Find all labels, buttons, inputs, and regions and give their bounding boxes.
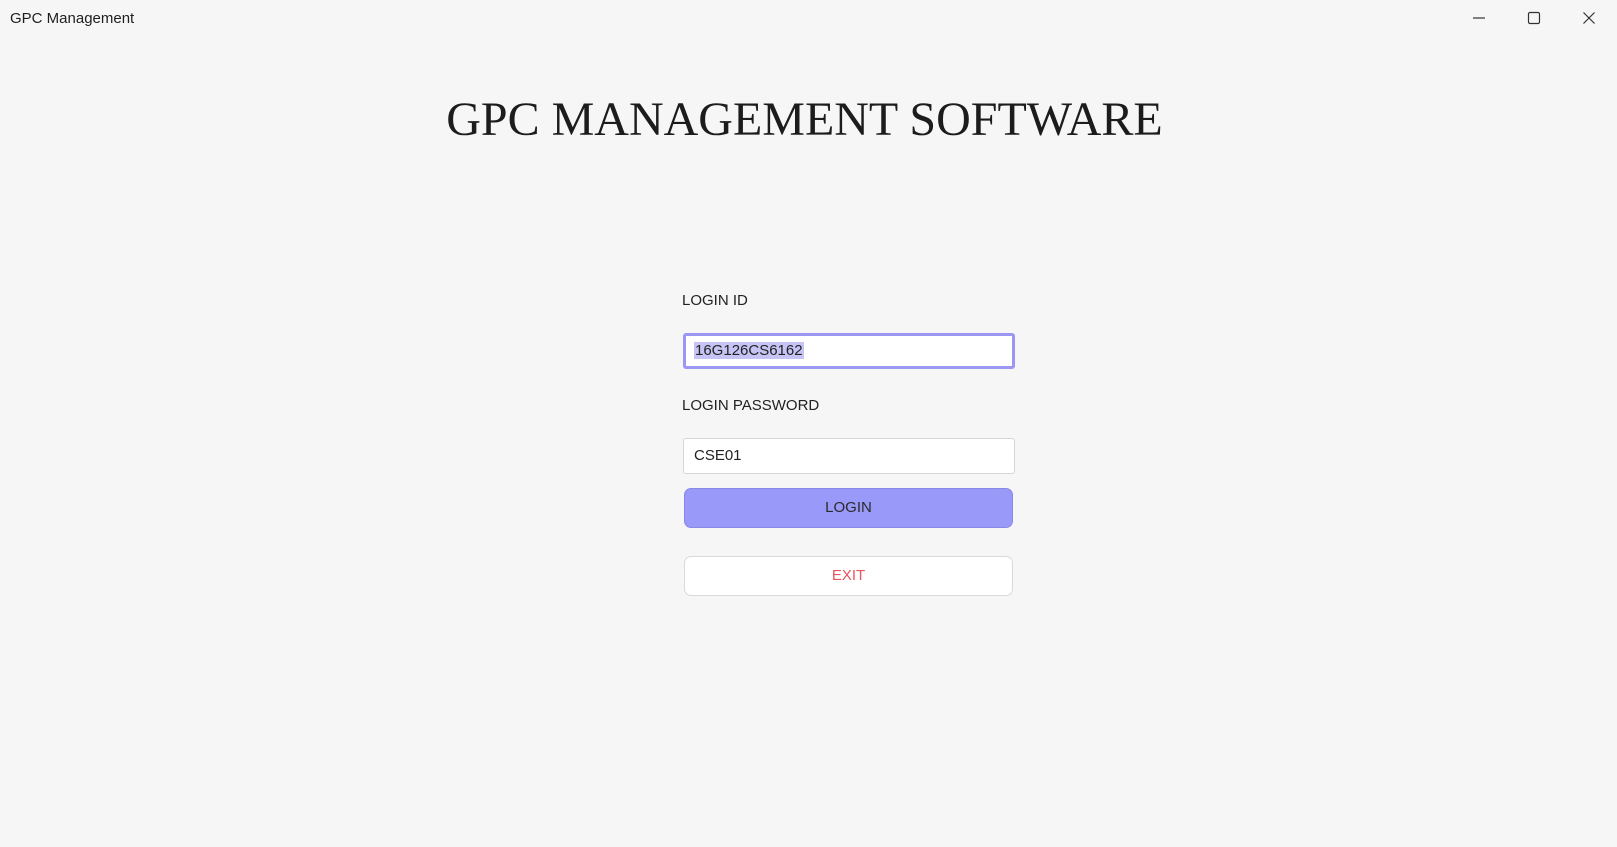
close-button[interactable]: [1561, 0, 1616, 36]
minimize-icon: [1472, 17, 1485, 19]
login-password-value: CSE01: [694, 447, 742, 464]
window-title: GPC Management: [10, 10, 135, 27]
login-id-label: LOGIN ID: [682, 292, 748, 309]
login-button[interactable]: LOGIN: [684, 488, 1013, 528]
close-icon: [1582, 12, 1595, 24]
title-bar[interactable]: GPC Management: [0, 0, 1617, 38]
login-id-value: 16G126CS6162: [694, 342, 804, 359]
exit-button[interactable]: EXIT: [684, 556, 1013, 596]
page-title: GPC MANAGEMENT SOFTWARE: [446, 93, 1163, 146]
maximize-icon: [1527, 11, 1540, 25]
login-password-label: LOGIN PASSWORD: [682, 397, 820, 414]
login-password-input[interactable]: CSE01: [683, 438, 1015, 474]
login-id-input[interactable]: 16G126CS6162: [683, 333, 1015, 369]
maximize-button[interactable]: [1506, 0, 1561, 36]
minimize-button[interactable]: [1451, 0, 1506, 36]
app-window: GPC Management GPC MANAGEMENT SOFTWARE L…: [0, 0, 1617, 847]
